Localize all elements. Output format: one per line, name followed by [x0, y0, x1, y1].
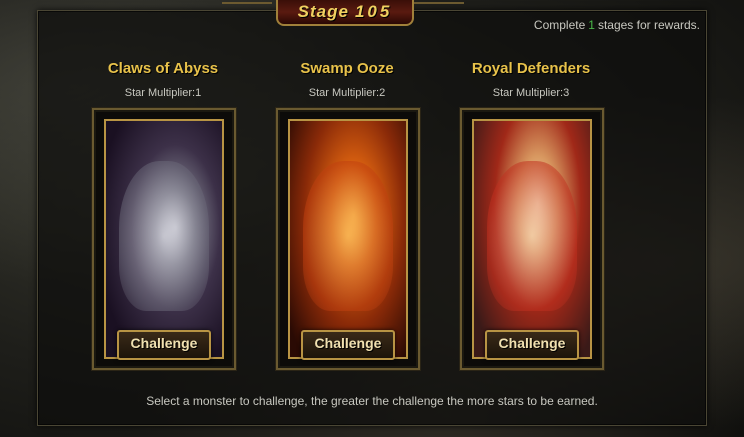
star-multiplier: Star Multiplier:2 [308, 87, 386, 99]
stage-number: 105 [354, 2, 393, 21]
ooze-monster-art [288, 119, 408, 359]
monster-card-royal-defenders: Royal Defenders Star Multiplier:3 Challe… [446, 58, 616, 370]
rewards-info: Complete 1 stages for rewards. [534, 18, 700, 32]
heroine-figure [487, 161, 577, 311]
challenge-button[interactable]: Challenge [485, 330, 579, 360]
star-multiplier: Star Multiplier:1 [124, 87, 202, 99]
challenge-button[interactable]: Challenge [301, 330, 395, 360]
star-multiplier: Star Multiplier:3 [492, 87, 570, 99]
monster-name: Royal Defenders [471, 60, 591, 77]
monster-name: Swamp Ooze [300, 60, 394, 77]
stage-label: Stage [297, 2, 349, 21]
monster-card-swamp-ooze: Swamp Ooze Star Multiplier:2 Challenge [262, 58, 432, 370]
rewards-suffix: stages for rewards. [597, 18, 700, 32]
werewolf-art [104, 119, 224, 359]
rewards-count: 1 [588, 18, 595, 32]
stage-banner: Stage 105 [276, 0, 414, 26]
challenge-hint: Select a monster to challenge, the great… [146, 394, 598, 408]
monster-name: Claws of Abyss [107, 60, 219, 77]
monster-frame[interactable]: Challenge [92, 108, 236, 370]
challenge-button[interactable]: Challenge [117, 330, 211, 360]
banner-ornament-right [414, 2, 464, 14]
rewards-prefix: Complete [533, 18, 586, 32]
monster-card-claws-of-abyss: Claws of Abyss Star Multiplier:1 Challen… [78, 58, 248, 370]
banner-ornament-left [222, 2, 272, 14]
monster-frame[interactable]: Challenge [276, 108, 420, 370]
armored-heroine-art [472, 119, 592, 359]
ooze-figure [303, 161, 393, 311]
werewolf-figure [119, 161, 209, 311]
monster-frame[interactable]: Challenge [460, 108, 604, 370]
